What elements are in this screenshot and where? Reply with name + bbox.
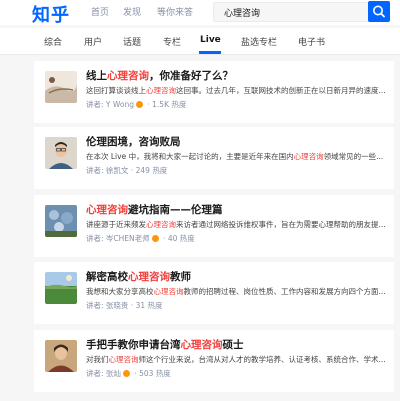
tab-salt-columns[interactable]: 盐选专栏 — [241, 35, 277, 48]
tab-ebooks[interactable]: 电子书 — [298, 35, 325, 48]
search-tabs: 综合 用户 话题 专栏 Live 盐选专栏 电子书 — [0, 28, 400, 55]
result-title[interactable]: 手把手教你申请台湾心理咨询硕士 — [86, 337, 244, 352]
live-result-card[interactable]: 线上心理咨询，你准备好了么？ 这回打算谈谈线上心理咨询这回事。过去几年，互联网技… — [34, 61, 394, 123]
nav-home[interactable]: 首页 — [91, 5, 109, 18]
tab-live[interactable]: Live — [200, 35, 221, 45]
live-result-card[interactable]: 伦理困境，咨询败局 在本次 Live 中，我将和大家一起讨论的，主要是近年来在国… — [34, 127, 394, 189]
blue-flowers-icon — [45, 205, 77, 237]
live-result-card[interactable]: 手把手教你申请台湾心理咨询硕士 对我们心理咨询师这个行业来说，台湾从对人才的教学… — [34, 330, 394, 392]
curve-landscape-icon — [45, 71, 77, 103]
verified-badge-icon — [122, 370, 130, 377]
result-title[interactable]: 伦理困境，咨询败局 — [86, 134, 181, 149]
search-box — [213, 2, 371, 22]
live-result-card[interactable]: 解密高校心理咨询教师 我想和大家分享高校心理咨询教师的招聘过程、岗位性质、工作内… — [34, 262, 394, 324]
result-title[interactable]: 心理咨询避坑指南——伦理篇 — [86, 202, 223, 217]
speaker-name[interactable]: 徐凯文 — [106, 166, 129, 175]
man-portrait-icon — [45, 137, 77, 169]
active-tab-indicator — [199, 51, 221, 54]
result-description: 在本次 Live 中，我将和大家一起讨论的，主要是近年来在国内心理咨询领域常见的… — [86, 152, 384, 161]
result-title[interactable]: 解密高校心理咨询教师 — [86, 269, 191, 284]
search-button[interactable] — [368, 1, 390, 22]
result-meta: 讲者: 徐凯文 · 249 热度 — [86, 166, 168, 175]
nav-waiting-answers[interactable]: 等你来答 — [157, 5, 193, 18]
portrait-photo-icon — [45, 340, 77, 372]
nav-explore[interactable]: 发现 — [123, 5, 141, 18]
tab-topics[interactable]: 话题 — [123, 35, 141, 48]
verified-badge-icon — [151, 235, 159, 242]
top-navbar: 知乎 首页 发现 等你来答 — [0, 0, 400, 27]
speaker-name[interactable]: 岑CHEN老师 — [106, 234, 150, 243]
result-meta: 讲者: 张灿 · 503 热度 — [86, 369, 171, 378]
result-description: 我想和大家分享高校心理咨询教师的招聘过程、岗位性质、工作内容和发展方向四个方面.… — [86, 287, 386, 296]
result-meta: 讲者: Y Wong · 1.5K 热度 — [86, 100, 187, 109]
zhihu-logo[interactable]: 知乎 — [32, 1, 70, 27]
search-icon — [373, 5, 385, 18]
result-meta: 讲者: 张晓贵 · 31 热度 — [86, 301, 163, 310]
green-field-icon — [45, 272, 77, 304]
result-description: 讲座源于近来频发心理咨询来访者通过网络投诉维权事件，旨在为需要心理帮助的朋友提.… — [86, 220, 386, 229]
tab-users[interactable]: 用户 — [84, 35, 102, 48]
result-description: 这回打算谈谈线上心理咨询这回事。过去几年，互联网技术的创新正在以日新月异的速度.… — [86, 86, 386, 95]
result-meta: 讲者: 岑CHEN老师 · 40 热度 — [86, 234, 195, 243]
result-title[interactable]: 线上心理咨询，你准备好了么？ — [86, 68, 233, 83]
tab-all[interactable]: 综合 — [44, 35, 62, 48]
speaker-name[interactable]: 张灿 — [106, 369, 121, 378]
speaker-name[interactable]: 张晓贵 — [106, 301, 129, 310]
speaker-name[interactable]: Y Wong — [106, 100, 134, 109]
search-input[interactable] — [224, 6, 354, 19]
verified-badge-icon — [135, 101, 143, 108]
live-result-card[interactable]: 心理咨询避坑指南——伦理篇 讲座源于近来频发心理咨询来访者通过网络投诉维权事件，… — [34, 195, 394, 257]
tab-columns[interactable]: 专栏 — [163, 35, 181, 48]
result-description: 对我们心理咨询师这个行业来说，台湾从对人才的教学培养、认证考核、系统合作、学术.… — [86, 355, 386, 364]
